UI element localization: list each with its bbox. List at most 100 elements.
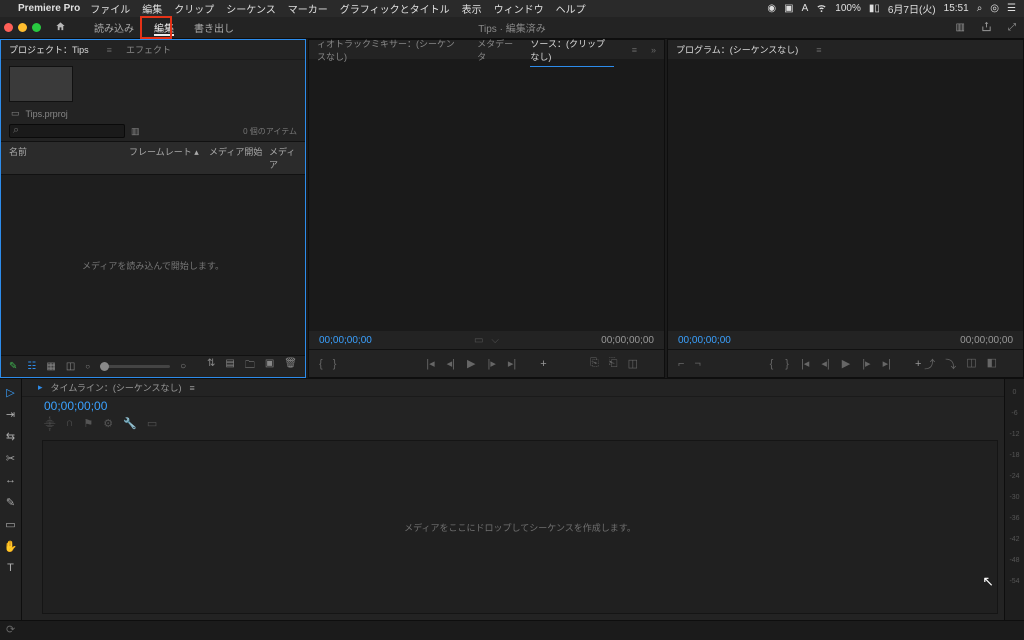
timeline-drop-area[interactable]: メディアをここにドロップしてシーケンスを作成します。 [42,440,998,614]
pen-tool-icon[interactable]: ✎ [4,495,18,509]
spotlight-icon[interactable]: ⌕ [977,3,983,14]
fit-icon[interactable]: ▭ [474,335,483,346]
ripple-edit-tool-icon[interactable]: ⇆ [4,429,18,443]
tab-import[interactable]: 読み込み [84,17,144,38]
stop-icon[interactable]: ▣ [784,3,793,14]
step-back-icon[interactable]: ◂| [821,357,829,370]
menu-graphics[interactable]: グラフィックとタイトル [340,1,450,16]
tab-effects[interactable]: エフェクト [126,40,171,59]
go-to-out-icon[interactable]: ▸| [508,357,516,370]
mark-out-icon[interactable]: } [333,358,337,370]
window-close-button[interactable] [4,23,13,32]
col-media-start[interactable]: メディア開始 [209,145,269,171]
selection-tool-icon[interactable]: ▷ [4,385,18,399]
col-framerate[interactable]: フレームレート ▴ [129,145,209,171]
tab-edit[interactable]: 編集 [144,17,184,38]
sync-icon[interactable]: ⟳ [6,623,15,636]
thumbnail-size-slider[interactable] [100,365,170,368]
panel-menu-icon[interactable]: ≡ [107,45,112,55]
compare-icon[interactable]: ◧ [987,356,997,372]
menu-sequence[interactable]: シーケンス [226,1,276,16]
home-icon[interactable] [55,21,66,35]
track-select-tool-icon[interactable]: ⇥ [4,407,18,421]
timeline-caret-icon[interactable]: ▸ [38,382,43,393]
freeform-view-icon[interactable]: ◫ [66,361,75,372]
caption-icon[interactable]: ▭ [147,417,157,432]
add-button-icon[interactable]: + [540,358,546,370]
program-viewport[interactable] [668,60,1023,331]
add-button-icon[interactable]: + [915,358,921,370]
source-tc-in[interactable]: 00;00;00;00 [319,335,372,346]
new-item-icon[interactable]: ▣ [265,358,274,375]
panel-menu-icon[interactable]: ≡ [632,45,637,55]
col-name[interactable]: 名前 [9,145,129,171]
new-bin-icon[interactable]: 🗀 [245,358,255,375]
razor-tool-icon[interactable]: ✂ [4,451,18,465]
overflow-icon[interactable]: » [651,45,656,55]
hand-tool-icon[interactable]: ✋ [4,539,18,553]
mark-in2-icon[interactable]: { [770,358,774,370]
find-icon[interactable]: ▤ [225,358,234,375]
menu-help[interactable]: ヘルプ [556,1,586,16]
mark-in-icon[interactable]: { [319,358,323,370]
overwrite-icon[interactable]: ⎗ [609,357,618,370]
program-tc-in[interactable]: 00;00;00;00 [678,335,731,346]
project-search-input[interactable] [9,124,125,138]
window-minimize-button[interactable] [18,23,27,32]
zoom-out-icon[interactable]: ○ [85,362,90,371]
mark-out-icon[interactable]: ¬ [694,358,700,370]
mark-in-icon[interactable]: ⌐ [678,358,684,370]
tab-source[interactable]: ソース：(クリップなし) [530,34,613,66]
mark-out2-icon[interactable]: } [785,358,789,370]
rectangle-tool-icon[interactable]: ▭ [4,517,18,531]
col-media[interactable]: メディア [269,145,297,171]
pencil-icon[interactable]: ✎ [9,361,17,372]
list-view-icon[interactable]: ☷ [27,361,36,372]
program-tc-out[interactable]: 00;00;00;00 [960,335,1013,346]
siri-icon[interactable]: ◎ [990,3,999,14]
icon-view-icon[interactable]: ▦ [46,361,55,372]
settings-icon[interactable]: ⚙ [103,417,113,432]
tab-export[interactable]: 書き出し [184,17,244,38]
play-icon[interactable]: ▶ [842,357,850,370]
zoom-dropdown[interactable]: ⌵ [491,335,499,346]
zoom-in-icon[interactable]: ○ [180,361,186,372]
menu-view[interactable]: 表示 [462,1,482,16]
wrench-icon[interactable]: 🔧 [123,417,137,432]
extract-icon[interactable]: ⤵ [945,356,956,372]
step-fwd-icon[interactable]: |▸ [488,357,496,370]
tab-metadata[interactable]: メタデータ [477,34,516,66]
project-empty-message[interactable]: メディアを読み込んで開始します。 [1,175,305,355]
timeline-timecode[interactable]: 00;00;00;00 [22,397,1004,413]
fullscreen-icon[interactable]: ⤢ [1008,22,1016,33]
go-to-out-icon[interactable]: ▸| [883,357,891,370]
sort-icon[interactable]: ⇅ [207,358,215,375]
go-to-in-icon[interactable]: |◂ [426,357,434,370]
tab-program[interactable]: プログラム：(シーケンスなし) [676,40,798,59]
share-icon[interactable] [981,21,992,35]
bin-filter-icon[interactable]: ▥ [131,126,140,137]
control-center-icon[interactable]: ☰ [1007,3,1016,14]
type-tool-icon[interactable]: T [4,561,18,575]
window-zoom-button[interactable] [32,23,41,32]
go-to-in-icon[interactable]: |◂ [801,357,809,370]
panel-menu-icon[interactable]: ≡ [816,45,821,55]
lift-icon[interactable]: ⤴ [924,356,935,372]
menu-marker[interactable]: マーカー [288,1,328,16]
source-viewport[interactable] [309,60,664,331]
app-name[interactable]: Premiere Pro [18,3,80,14]
insert-icon[interactable]: ⎘ [590,357,599,370]
tab-audio-mixer[interactable]: ィオトラックミキサー：(シーケンスなし) [317,34,463,66]
export-frame-icon[interactable]: ◫ [966,356,976,372]
menu-clip[interactable]: クリップ [174,1,214,16]
step-back-icon[interactable]: ◂| [447,357,455,370]
snap-icon[interactable]: ⸎ [44,417,55,432]
marker-add-icon[interactable]: ⚑ [83,417,93,432]
step-fwd-icon[interactable]: |▸ [862,357,870,370]
play-icon[interactable]: ▶ [467,357,475,370]
menu-window[interactable]: ウィンドウ [494,1,544,16]
panel-menu-icon[interactable]: ≡ [189,383,194,393]
ime-icon[interactable]: A [802,3,809,14]
menu-edit[interactable]: 編集 [142,1,162,16]
export-frame-icon[interactable]: ◫ [628,357,638,370]
